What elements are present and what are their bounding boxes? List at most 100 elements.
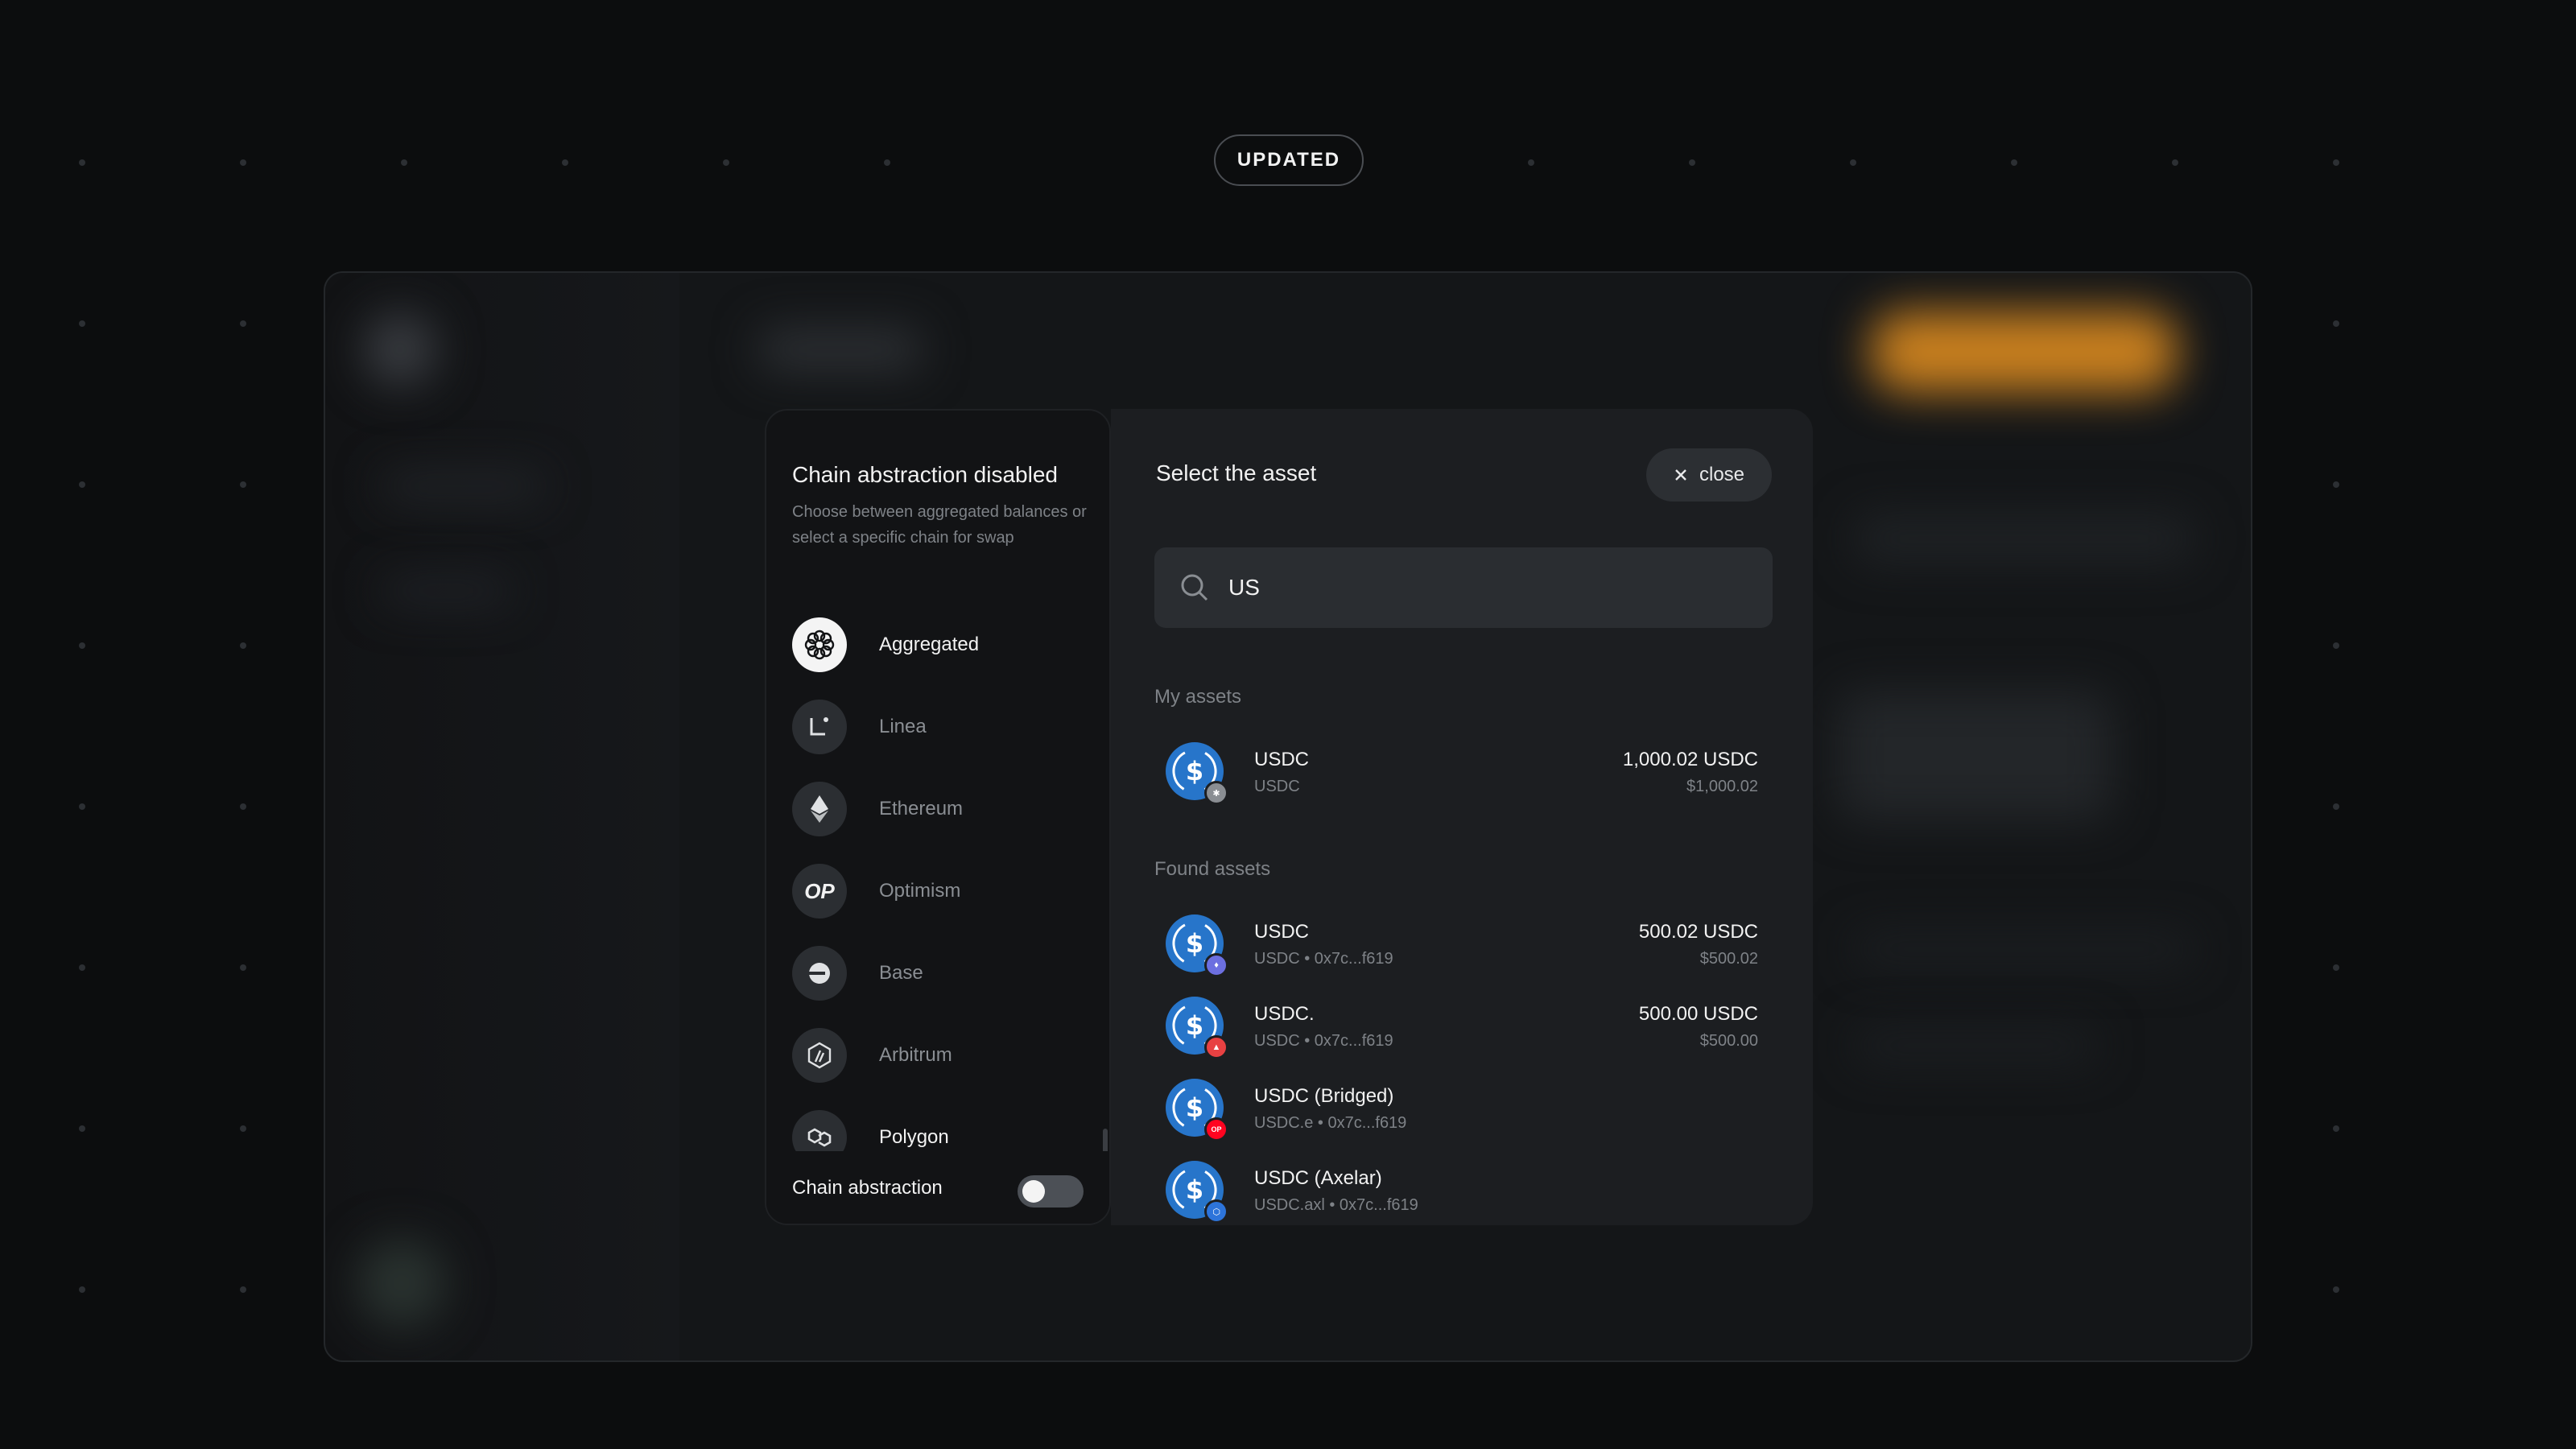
grid-dot: [79, 159, 85, 166]
grid-dot: [240, 803, 246, 810]
asset-fiat-value: $1,000.02: [1686, 778, 1758, 795]
asset-row-found-usdc-ethereum[interactable]: $ ♦ USDC USDC • 0x7c...f619 500.02 USDC …: [1154, 903, 1773, 984]
blurred-app-sidebar: [325, 273, 679, 1360]
grid-dot: [401, 159, 407, 166]
close-icon: [1675, 469, 1686, 481]
arbitrum-icon: [792, 1028, 847, 1083]
blurred-app-title: [760, 329, 921, 369]
grid-dot: [2333, 159, 2339, 166]
chain-label: Base: [879, 962, 923, 984]
blurred-app-logo: [364, 313, 436, 386]
chain-item-linea[interactable]: Linea: [792, 699, 1082, 755]
linea-icon: [792, 700, 847, 754]
chain-label: Linea: [879, 716, 927, 737]
grid-dot: [79, 964, 85, 971]
chain-label: Optimism: [879, 880, 961, 902]
base-icon: [792, 946, 847, 1001]
svg-text:$: $: [1186, 928, 1203, 959]
svg-text:$: $: [1186, 1010, 1203, 1041]
chain-abstraction-row: Chain abstraction: [766, 1151, 1109, 1224]
found-assets-label: Found assets: [1154, 858, 1271, 880]
asset-name: USDC.: [1254, 1003, 1315, 1025]
chain-abstraction-label: Chain abstraction: [792, 1177, 943, 1199]
chain-panel-description: Choose between aggregated balances or se…: [792, 503, 1087, 547]
chain-item-optimism[interactable]: OP Optimism: [792, 863, 1082, 919]
asset-address: USDC • 0x7c...f619: [1254, 950, 1393, 968]
grid-dot: [1850, 159, 1856, 166]
grid-dot: [2333, 1125, 2339, 1132]
blurred-avatar: [357, 1239, 446, 1327]
grid-dot: [1689, 159, 1695, 166]
asset-balance: 1,000.02 USDC: [1622, 749, 1758, 770]
chain-item-base[interactable]: Base: [792, 945, 1082, 1001]
updated-badge-label: UPDATED: [1236, 149, 1341, 171]
my-assets-label: My assets: [1154, 686, 1242, 708]
grid-dot: [723, 159, 729, 166]
aggregated-icon: [792, 617, 847, 672]
chain-abstraction-toggle[interactable]: [1018, 1175, 1084, 1208]
grid-dot: [79, 1286, 85, 1293]
asset-fiat-value: $500.00: [1699, 1032, 1758, 1050]
asset-symbol: USDC: [1254, 778, 1300, 795]
chain-panel-title: Chain abstraction disabled: [792, 462, 1058, 487]
close-button-label: close: [1699, 464, 1745, 485]
blurred-content-block: [1855, 514, 2193, 563]
ethereum-icon: [792, 782, 847, 836]
grid-dot: [79, 320, 85, 327]
grid-dot: [2333, 1286, 2339, 1293]
grid-dot: [2172, 159, 2178, 166]
usdc-icon: $ ▲: [1166, 997, 1228, 1059]
chain-selector-panel: Chain abstraction disabled Choose betwee…: [765, 409, 1111, 1225]
asset-address: USDC.e • 0x7c...f619: [1254, 1114, 1407, 1132]
asset-address: USDC • 0x7c...f619: [1254, 1032, 1393, 1050]
blurred-content-block: [1855, 1030, 2096, 1062]
grid-dot: [79, 1125, 85, 1132]
asset-address: USDC.axl • 0x7c...f619: [1254, 1196, 1418, 1214]
asset-row-found-usdc-bridged[interactable]: $ OP USDC (Bridged) USDC.e • 0x7c...f619: [1154, 1067, 1773, 1148]
blurred-content-block: [1855, 933, 2193, 965]
asset-row-found-usdc-avalanche[interactable]: $ ▲ USDC. USDC • 0x7c...f619 500.00 USDC…: [1154, 985, 1773, 1066]
usdc-icon: $ ✱: [1166, 742, 1228, 805]
chain-label: Aggregated: [879, 634, 980, 655]
grid-dot: [240, 964, 246, 971]
grid-dot: [79, 481, 85, 488]
chain-item-ethereum[interactable]: Ethereum: [792, 781, 1082, 837]
chain-label: Ethereum: [879, 798, 964, 819]
svg-text:$: $: [1186, 1092, 1203, 1123]
asset-row-found-usdc-axelar[interactable]: $ ⬡ USDC (Axelar) USDC.axl • 0x7c...f619: [1154, 1150, 1773, 1225]
avalanche-icon: ▲: [1204, 1035, 1228, 1059]
svg-text:$: $: [1186, 1174, 1203, 1205]
grid-dot: [2011, 159, 2017, 166]
chain-item-arbitrum[interactable]: Arbitrum: [792, 1027, 1082, 1084]
grid-dot: [240, 481, 246, 488]
asset-balance: 500.00 USDC: [1638, 1003, 1758, 1025]
asset-search-box[interactable]: [1154, 547, 1773, 628]
asset-search-input[interactable]: [1228, 575, 1744, 601]
asset-fiat-value: $500.02: [1699, 950, 1758, 968]
grid-dot: [562, 159, 568, 166]
chain-label: Arbitrum: [879, 1044, 952, 1066]
blurred-connect-button: [1871, 312, 2177, 392]
grid-dot: [884, 159, 890, 166]
arbitrum-icon: ⬡: [1204, 1199, 1228, 1224]
grid-dot: [240, 642, 246, 649]
grid-dot: [79, 642, 85, 649]
blurred-content-block: [1839, 691, 2112, 820]
grid-dot: [240, 1286, 246, 1293]
grid-dot: [2333, 642, 2339, 649]
grid-dot: [2333, 481, 2339, 488]
asset-name: USDC (Bridged): [1254, 1085, 1394, 1107]
asset-selector-panel: Select the asset close My assets $ ✱ USD…: [1111, 409, 1813, 1225]
chain-item-aggregated[interactable]: Aggregated: [792, 617, 1082, 673]
grid-dot: [79, 803, 85, 810]
grid-dot: [1528, 159, 1534, 166]
updated-badge: UPDATED: [1214, 134, 1364, 186]
grid-dot: [240, 159, 246, 166]
close-button[interactable]: close: [1646, 448, 1772, 502]
asset-row-my-usdc[interactable]: $ ✱ USDC USDC 1,000.02 USDC $1,000.02: [1154, 731, 1773, 811]
asset-name: USDC: [1254, 921, 1310, 943]
optimism-glyph: OP: [804, 878, 835, 903]
usdc-icon: $ OP: [1166, 1079, 1228, 1141]
asset-balance: 500.02 USDC: [1638, 921, 1758, 943]
ethereum-icon: ♦: [1204, 953, 1228, 977]
